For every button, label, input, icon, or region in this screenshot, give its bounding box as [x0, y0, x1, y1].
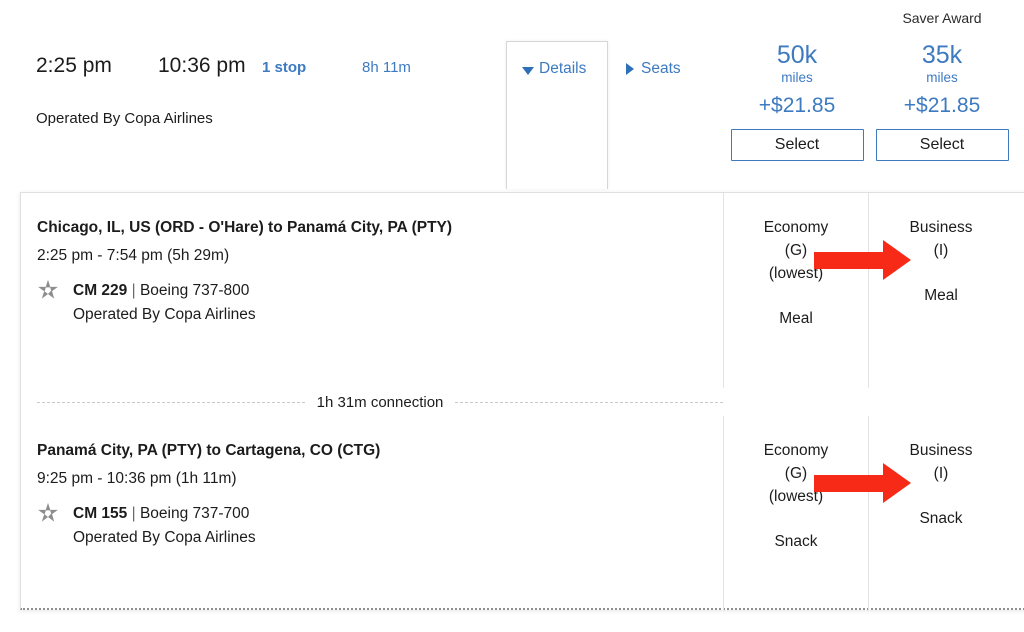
expanded-details-panel: Chicago, IL, US (ORD - O'Hare) to Panamá…: [20, 192, 1024, 611]
flight-result-card: 2:25 pm 10:36 pm 1 stop 8h 11m Operated …: [0, 0, 1024, 632]
connection-label: 1h 31m connection: [316, 393, 444, 411]
seats-toggle[interactable]: Seats: [626, 60, 681, 78]
cabin-service: Snack: [919, 509, 963, 527]
seats-label: Seats: [641, 60, 681, 77]
cabin-name: Economy: [763, 442, 829, 459]
segment-flight-line: CM 229 | Boeing 737-800 Operated By Copa…: [37, 279, 697, 327]
details-toggle[interactable]: Details: [522, 60, 586, 78]
cabin-service: Meal: [779, 309, 813, 327]
cabin-name: Business: [909, 219, 973, 236]
saver-award-header: Saver Award: [902, 10, 982, 26]
segment-info: Panamá City, PA (PTY) to Cartagena, CO (…: [37, 442, 697, 550]
total-duration: 8h 11m: [362, 59, 411, 76]
segment-cabin-business: Business (I) Meal: [868, 193, 1013, 388]
segment-operated-by: Operated By Copa Airlines: [73, 529, 256, 547]
cabin-booking-class: (G): [784, 464, 808, 482]
segment-times: 2:25 pm - 7:54 pm (5h 29m): [37, 247, 230, 264]
select-button-standard[interactable]: Select: [730, 128, 864, 161]
fare-tax-amount: +$21.85: [903, 93, 981, 117]
star-alliance-icon: [37, 279, 59, 301]
departure-time: 2:25 pm: [36, 54, 112, 77]
flight-separator: |: [131, 282, 136, 299]
star-alliance-icon: [37, 502, 59, 524]
chevron-right-icon: [626, 63, 634, 75]
flight-separator: |: [131, 505, 136, 522]
cabin-booking-class: (I): [933, 241, 949, 259]
connection-divider: 1h 31m connection: [21, 388, 724, 416]
segment-route: Panamá City, PA (PTY) to Cartagena, CO (…: [37, 442, 381, 459]
summary-operated-by: Operated By Copa Airlines: [36, 110, 213, 127]
flight-times-group: 2:25 pm 10:36 pm 1 stop 8h 11m: [36, 54, 411, 78]
stops-link[interactable]: 1 stop: [262, 59, 362, 76]
segment-flight-line: CM 155 | Boeing 737-700 Operated By Copa…: [37, 502, 697, 550]
flight-number: CM 155: [73, 505, 128, 522]
aircraft-type: Boeing 737-700: [139, 505, 250, 522]
cabin-name: Business: [909, 442, 973, 459]
fare-tax-amount: +$21.85: [758, 93, 836, 117]
cabin-note: (lowest): [768, 264, 824, 282]
details-label: Details: [539, 60, 587, 77]
segment-flight-text: CM 229 | Boeing 737-800 Operated By Copa…: [73, 279, 256, 327]
cabin-booking-class: (I): [933, 464, 949, 482]
divider-line-right: [455, 401, 724, 403]
fare-miles-amount: 35k: [921, 41, 963, 69]
fare-miles-unit: miles: [781, 70, 813, 86]
flight-summary-row: 2:25 pm 10:36 pm 1 stop 8h 11m Operated …: [0, 0, 1024, 190]
flight-segment: Chicago, IL, US (ORD - O'Hare) to Panamá…: [21, 193, 1024, 388]
arrival-time: 10:36 pm: [158, 54, 246, 77]
segment-route: Chicago, IL, US (ORD - O'Hare) to Panamá…: [37, 219, 453, 236]
cabin-note: (lowest): [768, 487, 824, 505]
cabin-name: Economy: [763, 219, 829, 236]
segment-cabin-business: Business (I) Snack: [868, 416, 1013, 611]
divider-line-left: [37, 401, 305, 403]
fare-column-saver: 35k miles +$21.85 Select: [867, 42, 1017, 161]
flight-number: CM 229: [73, 282, 128, 299]
segment-info: Chicago, IL, US (ORD - O'Hare) to Panamá…: [37, 219, 697, 327]
select-button-saver[interactable]: Select: [875, 128, 1009, 161]
fare-column-standard: 50k miles +$21.85 Select: [722, 42, 872, 161]
segment-flight-text: CM 155 | Boeing 737-700 Operated By Copa…: [73, 502, 256, 550]
chevron-down-icon: [522, 66, 534, 75]
flight-segment: Panamá City, PA (PTY) to Cartagena, CO (…: [21, 416, 1024, 611]
segment-times: 9:25 pm - 10:36 pm (1h 11m): [37, 470, 237, 487]
segment-cabin-economy: Economy (G) (lowest) Snack: [723, 416, 868, 611]
cabin-booking-class: (G): [784, 241, 808, 259]
fare-miles-amount: 50k: [776, 41, 818, 69]
cabin-service: Meal: [924, 286, 958, 304]
segment-operated-by: Operated By Copa Airlines: [73, 306, 256, 324]
aircraft-type: Boeing 737-800: [139, 282, 250, 299]
fare-miles-unit: miles: [926, 70, 958, 86]
cabin-service: Snack: [774, 532, 818, 550]
segment-cabin-economy: Economy (G) (lowest) Meal: [723, 193, 868, 388]
